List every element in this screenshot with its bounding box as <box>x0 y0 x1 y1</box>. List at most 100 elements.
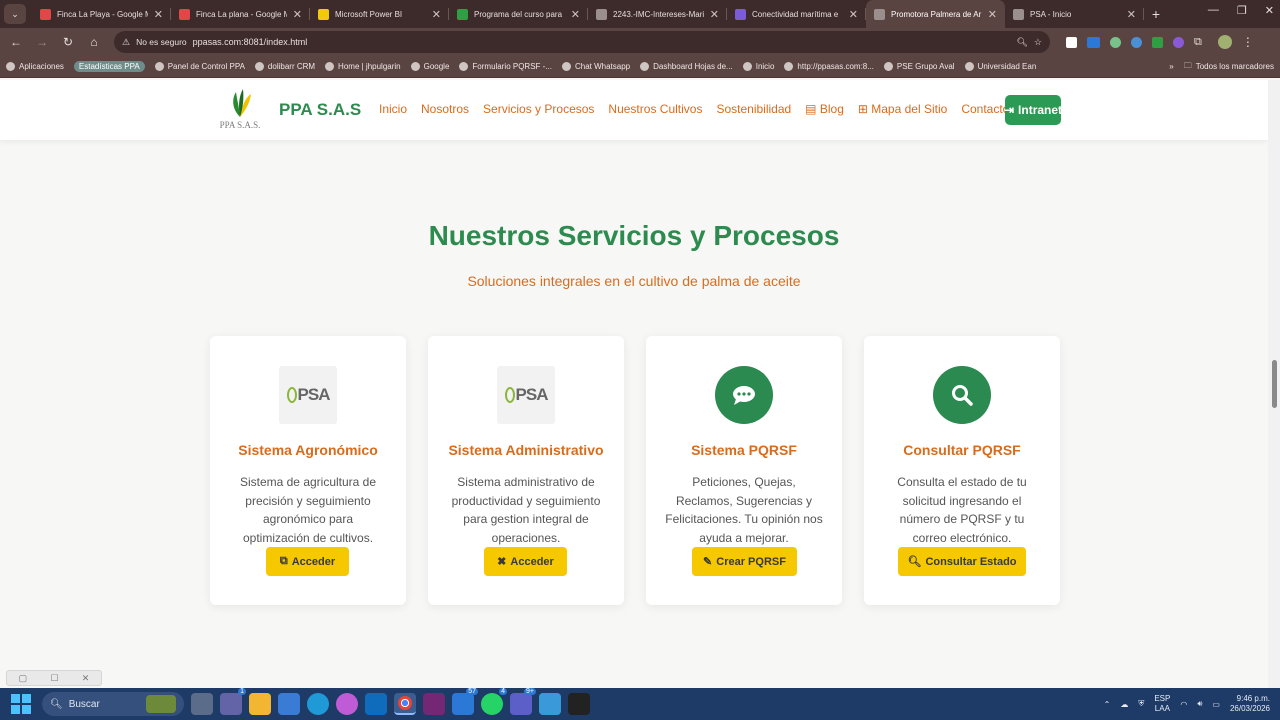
bookmark-item[interactable]: Panel de Control PPA <box>154 62 245 71</box>
browser-tab[interactable]: PSA - Inicio ✕ <box>1005 0 1144 28</box>
browser-tab[interactable]: Finca La Playa - Google M ✕ <box>32 0 171 28</box>
intranet-button[interactable]: ⇥ Intranet <box>1004 95 1062 125</box>
extension-icon[interactable] <box>1066 36 1077 48</box>
browser-tab[interactable]: Promotora Palmera de Ar ✕ <box>866 0 1005 28</box>
bookmark-star-icon[interactable]: ☆ <box>1034 37 1042 48</box>
language-indicator[interactable]: ESP LAA <box>1154 694 1170 714</box>
bookmark-item[interactable]: Home | jhpulgarin <box>325 62 401 71</box>
tab-close-icon[interactable]: ✕ <box>293 8 302 21</box>
app-icon[interactable] <box>568 693 590 715</box>
battery-icon[interactable]: ▭ <box>1212 700 1220 709</box>
restore-window-button[interactable]: ❐ <box>1237 4 1247 17</box>
bookmark-item[interactable]: Inicio <box>742 62 774 71</box>
bookmark-item[interactable]: Formulario PQRSF -... <box>459 62 552 71</box>
tab-close-icon[interactable]: ✕ <box>1127 8 1136 21</box>
menu-item-inicio[interactable]: Inicio <box>379 102 407 116</box>
menu-item-sostenibilidad[interactable]: Sostenibilidad <box>716 102 791 116</box>
menu-item-nosotros[interactable]: Nosotros <box>421 102 469 116</box>
all-bookmarks-folder[interactable]: 🗀 Todos los marcadores <box>1184 60 1274 74</box>
menu-item-cultivos[interactable]: Nuestros Cultivos <box>608 102 702 116</box>
task-view-icon[interactable] <box>191 693 213 715</box>
close-window-button[interactable]: ✕ <box>1265 4 1274 17</box>
power-apps-icon[interactable] <box>423 693 445 715</box>
chevron-up-icon[interactable]: ⌃ <box>1104 700 1111 709</box>
home-icon[interactable]: ⌂ <box>84 32 104 52</box>
url-text[interactable]: ppasas.com:8081/index.html <box>193 37 1011 47</box>
minimize-window-button[interactable]: — <box>1208 4 1219 17</box>
notepad-icon[interactable] <box>539 693 561 715</box>
store-icon[interactable] <box>278 693 300 715</box>
sheets-extension-icon[interactable] <box>1152 36 1163 48</box>
acceder-button[interactable]: ✖ Acceder <box>484 547 567 576</box>
extension-icon[interactable] <box>1173 36 1184 48</box>
browser-tab[interactable]: Finca La plana - Google M ✕ <box>171 0 310 28</box>
ppa-logo[interactable]: PPA S.A.S. <box>214 88 266 132</box>
crear-pqrsf-button[interactable]: ✎ Crear PQRSF <box>692 547 797 576</box>
outlook-icon[interactable] <box>365 693 387 715</box>
forward-arrow-icon[interactable]: → <box>32 32 52 52</box>
brand-name[interactable]: PPA S.A.S <box>279 100 361 120</box>
tab-close-icon[interactable]: ✕ <box>710 8 719 21</box>
tab-close-icon[interactable]: ✕ <box>571 8 580 21</box>
teams-work-icon[interactable]: 9+ <box>510 688 536 715</box>
menu-item-servicios[interactable]: Servicios y Procesos <box>483 102 594 116</box>
network-icon[interactable]: ☁ <box>1120 700 1128 709</box>
menu-item-contacto[interactable]: Contacto <box>961 102 1009 116</box>
mail-icon[interactable]: 57 <box>452 688 478 715</box>
bookmark-item[interactable]: Universidad Ean <box>964 62 1036 71</box>
menu-item-sitemap[interactable]: ⊞ Mapa del Sitio <box>858 102 947 116</box>
bookmark-favicon-icon <box>784 62 794 71</box>
windows-start-button[interactable] <box>10 693 32 715</box>
address-bar[interactable]: ⚠ No es seguro ppasas.com:8081/index.htm… <box>114 31 1050 53</box>
copilot-icon[interactable] <box>336 693 358 715</box>
bookmark-item[interactable]: Google <box>410 62 449 71</box>
browser-tab[interactable]: 2243.-IMC-Intereses-Mari ✕ <box>588 0 727 28</box>
chrome-icon[interactable] <box>394 693 416 715</box>
browser-tab[interactable]: Microsoft Power BI ✕ <box>310 0 449 28</box>
extension-off-icon[interactable] <box>1087 36 1100 48</box>
teams-icon[interactable]: 1 <box>220 688 246 715</box>
reload-icon[interactable]: ↻ <box>58 32 78 52</box>
restore-icon[interactable]: ▢ <box>19 673 28 684</box>
wifi-icon[interactable]: ◠ <box>1180 700 1187 709</box>
tab-search-button[interactable]: ⌄ <box>4 4 26 24</box>
bookmark-item[interactable]: Dashboard Hojas de... <box>640 62 733 71</box>
acceder-button[interactable]: ⧉ Acceder <box>266 547 349 576</box>
bookmark-item[interactable]: PSE Grupo Aval <box>883 62 955 71</box>
tab-close-icon[interactable]: ✕ <box>154 8 163 21</box>
bookmark-item[interactable]: Aplicaciones <box>6 62 64 71</box>
consultar-estado-button[interactable]: 🔍︎ Consultar Estado <box>898 547 1026 576</box>
tab-close-icon[interactable]: ✕ <box>849 8 858 21</box>
taskbar-search[interactable]: 🔍︎ Buscar <box>42 692 184 716</box>
profile-avatar[interactable] <box>1217 35 1232 49</box>
tab-favicon-icon <box>457 8 468 20</box>
new-tab-button[interactable]: + <box>1146 4 1166 24</box>
page-scrollbar[interactable] <box>1268 80 1280 688</box>
edge-icon[interactable] <box>307 693 329 715</box>
browser-tab[interactable]: Programa del curso para I ✕ <box>449 0 588 28</box>
bookmark-item[interactable]: Chat Whatsapp <box>561 62 630 71</box>
tab-close-icon[interactable]: ✕ <box>432 8 441 21</box>
bookmark-item[interactable]: dolibarr CRM <box>254 62 315 71</box>
whatsapp-icon[interactable]: 4 <box>481 688 507 715</box>
bookmark-item[interactable]: Estadísticas PPA <box>73 61 145 72</box>
more-bookmarks-icon[interactable]: » <box>1169 62 1173 71</box>
back-arrow-icon[interactable]: ← <box>6 32 26 52</box>
volume-icon[interactable]: 🔊︎ <box>1197 699 1202 709</box>
menu-item-blog[interactable]: ▤ Blog <box>805 102 844 116</box>
scrollbar-thumb[interactable] <box>1272 360 1277 408</box>
clock[interactable]: 9:46 p.m. 26/03/2026 <box>1230 694 1270 714</box>
browser-menu-icon[interactable]: ⋮ <box>1242 35 1254 49</box>
vpn-icon[interactable]: ⛨ <box>1138 699 1144 709</box>
browser-tab[interactable]: Conectividad marítima e ✕ <box>727 0 866 28</box>
zoom-icon[interactable]: 🔍︎ <box>1016 37 1027 48</box>
extensions-puzzle-icon[interactable]: ⧉ <box>1194 36 1202 49</box>
extension-icon[interactable] <box>1110 36 1121 48</box>
bookmark-item[interactable]: http://ppasas.com:8... <box>784 62 874 71</box>
tab-close-icon[interactable]: ✕ <box>988 8 997 21</box>
extension-icon[interactable] <box>1131 36 1142 48</box>
file-explorer-icon[interactable] <box>249 693 271 715</box>
maximize-icon[interactable]: ☐ <box>50 673 58 684</box>
close-icon[interactable]: ✕ <box>82 673 90 684</box>
security-label[interactable]: No es seguro <box>136 37 187 47</box>
